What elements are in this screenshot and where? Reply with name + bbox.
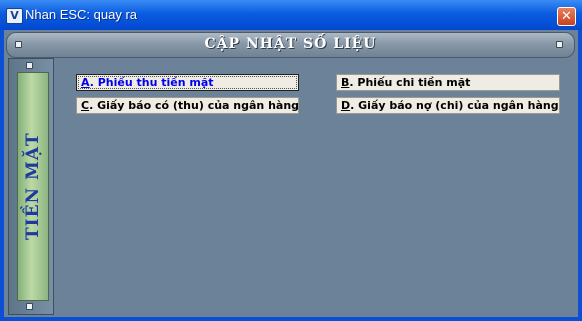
side-rivet-icon [26, 62, 33, 69]
header-rivet-icon [556, 41, 563, 48]
page-title: CẬP NHẬT SỐ LIỆU [204, 36, 377, 52]
tab-label: TIỀN MẶT [23, 132, 43, 241]
header-bar: CẬP NHẬT SỐ LIỆU [6, 32, 575, 58]
option-d-giay-bao-no[interactable]: D. Giấy báo nợ (chi) của ngân hàng [336, 97, 560, 114]
option-c-giay-bao-co[interactable]: C. Giấy báo có (thu) của ngân hàng [76, 97, 299, 114]
tab-tien-mat[interactable]: TIỀN MẶT [17, 72, 49, 301]
close-button[interactable]: ✕ [557, 7, 576, 26]
option-label: . Phiếu thu tiền mặt [89, 76, 214, 89]
side-rivet-icon [26, 303, 33, 310]
option-label: . Giấy báo nợ (chi) của ngân hàng [350, 99, 559, 112]
option-key: C [81, 99, 90, 112]
main-panel: CẬP NHẬT SỐ LIỆU TIỀN MẶT A. Phiếu thu t… [4, 30, 578, 317]
app-window: V Nhan ESC: quay ra ✕ CẬP NHẬT SỐ LIỆU T… [0, 0, 582, 321]
app-icon[interactable]: V [6, 8, 23, 24]
option-label: . Giấy báo có (thu) của ngân hàng [89, 99, 299, 112]
option-key: A [81, 76, 90, 89]
side-panel: TIỀN MẶT [8, 58, 54, 315]
window-title: Nhan ESC: quay ra [25, 7, 138, 22]
option-a-phieu-thu[interactable]: A. Phiếu thu tiền mặt [76, 74, 299, 91]
option-label: . Phiếu chi tiền mặt [349, 76, 471, 89]
option-b-phieu-chi[interactable]: B. Phiếu chi tiền mặt [336, 74, 560, 91]
title-bar[interactable]: V Nhan ESC: quay ra ✕ [0, 0, 582, 30]
option-key: D [341, 99, 351, 112]
